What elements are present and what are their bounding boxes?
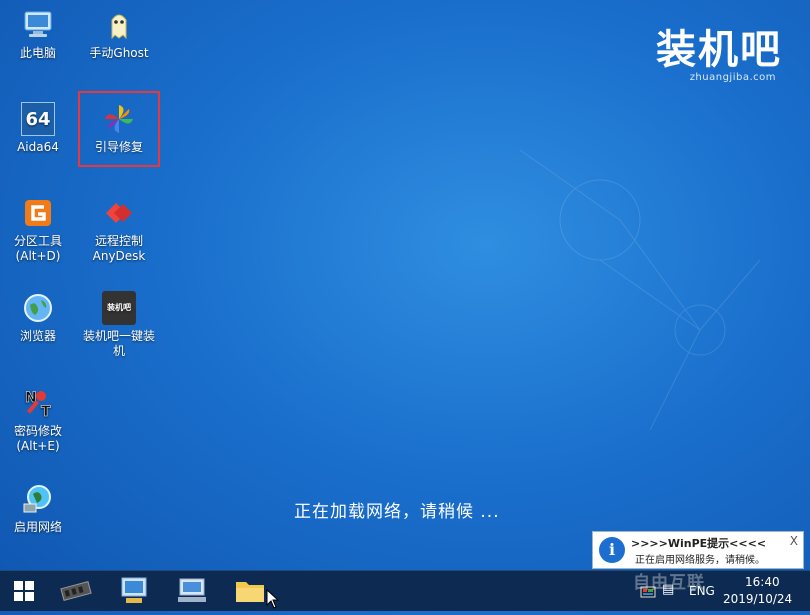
clock-time[interactable]: 16:40: [745, 575, 780, 589]
taskbar-my-computer-button[interactable]: [112, 571, 156, 611]
taskbar-hardware-button[interactable]: [54, 571, 98, 611]
clock-date[interactable]: 2019/10/24: [723, 592, 792, 606]
desktop-icon-partition-tool[interactable]: 分区工具 (Alt+D): [0, 196, 76, 264]
brand-title: 装机吧: [656, 27, 782, 73]
windows-logo-icon: [14, 581, 34, 601]
desktop-icon-aida64[interactable]: 64 Aida64: [0, 102, 76, 155]
desktop-icon-manual-ghost[interactable]: 手动Ghost: [81, 8, 157, 61]
mouse-cursor-icon: [266, 589, 280, 609]
desktop: 此电脑 手动Ghost 64 Aida64 引导修复 分区工具 (Alt+D) …: [0, 0, 810, 570]
notification-title: >>>>WinPE提示<<<<: [631, 537, 767, 550]
info-icon: i: [599, 537, 625, 563]
memory-chip-icon: [60, 580, 92, 602]
desktop-icon-label: 启用网络: [13, 520, 62, 534]
notification-close-button[interactable]: X: [790, 534, 798, 548]
desktop-icon-enable-network[interactable]: 启用网络: [0, 482, 76, 535]
nt-password-icon: N T: [25, 390, 52, 420]
globe-icon: [24, 294, 52, 322]
installer-icon: 装机吧: [102, 291, 136, 325]
network-globe-icon: [23, 485, 51, 513]
start-button[interactable]: [2, 571, 46, 611]
desktop-icon-label: 密码修改 (Alt+E): [13, 424, 62, 453]
aida64-icon: 64: [21, 102, 55, 136]
network-monitor-icon: [178, 578, 206, 602]
loading-status-text: 正在加载网络，请稍候 ...: [294, 502, 500, 522]
anydesk-icon: [106, 203, 132, 223]
desktop-icon-boot-repair[interactable]: 引导修复: [81, 102, 157, 155]
desktop-icon-label: Aida64: [17, 140, 59, 154]
desktop-icon-browser[interactable]: 浏览器: [0, 291, 76, 344]
pinwheel-icon: [105, 105, 133, 133]
desktop-icon-label: 此电脑: [19, 46, 56, 60]
taskbar-network-button[interactable]: [170, 571, 214, 611]
desktop-icon-label: 手动Ghost: [89, 46, 149, 60]
notification-balloon[interactable]: i >>>>WinPE提示<<<< 正在启用网络服务，请稍候。 X: [592, 531, 804, 569]
background-pattern: [519, 149, 761, 431]
computer-tools-icon: [121, 577, 147, 603]
desktop-icon-label: 远程控制 AnyDesk: [92, 234, 146, 263]
desktop-icon-label: 分区工具 (Alt+D): [13, 234, 62, 263]
desktop-icon-this-pc[interactable]: 此电脑: [0, 8, 76, 61]
brand-logo: 装机吧 zhuangjiba.com: [632, 28, 782, 83]
partition-tool-icon: [25, 200, 51, 226]
desktop-icon-label: 装机吧一键装 机: [82, 329, 155, 358]
desktop-icon-label: 引导修复: [94, 140, 143, 154]
notification-body: 正在启用网络服务，请稍候。: [635, 555, 765, 566]
desktop-icon-label: 浏览器: [19, 329, 56, 343]
desktop-icon-anydesk[interactable]: 远程控制 AnyDesk: [81, 196, 157, 264]
computer-icon: [24, 11, 52, 37]
desktop-icon-password-change[interactable]: N T 密码修改 (Alt+E): [0, 386, 76, 454]
watermark: 自由互联: [633, 573, 705, 593]
brand-subtitle: zhuangjiba.com: [689, 72, 776, 83]
ghost-icon: [111, 14, 127, 40]
svg-text:T: T: [41, 404, 51, 420]
desktop-icon-one-click-install[interactable]: 装机吧 装机吧一键装 机: [81, 291, 157, 359]
